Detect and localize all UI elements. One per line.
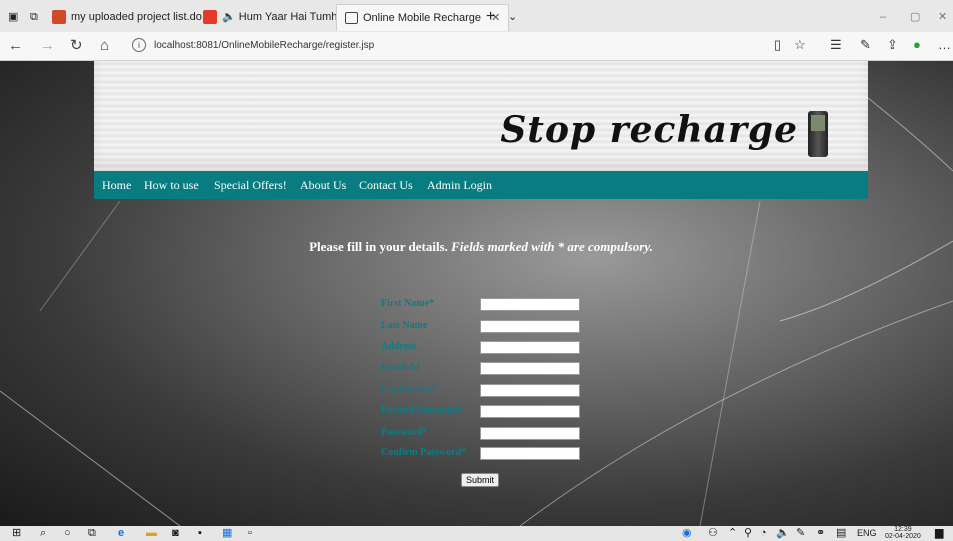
label-address: Address <box>381 341 416 352</box>
address-text: localhost:8081/OnlineMobileRecharge/regi… <box>154 40 375 51</box>
instructions-italic: Fields marked with * are compulsory. <box>451 239 653 254</box>
keyboard-icon[interactable]: ▤ <box>836 527 846 540</box>
browser-tab-bar: ▣ ⧉ my uploaded project list.do 🔈 Hum Ya… <box>0 0 953 32</box>
edge-browser-icon[interactable]: e <box>118 527 124 540</box>
chevron-up-icon[interactable]: ⌃ <box>728 527 737 540</box>
forward-arrow-icon[interactable]: → <box>40 37 55 55</box>
last-name-input[interactable] <box>480 320 580 333</box>
submit-button[interactable]: Submit <box>461 473 499 487</box>
search-icon[interactable]: ⌕ <box>40 527 46 540</box>
menu-item-special-offers[interactable]: Special Offers! <box>214 178 287 193</box>
windows-start-icon[interactable]: ⊞ <box>12 527 21 540</box>
youtube-icon <box>203 10 217 25</box>
speaker-icon: 🔈 <box>222 11 236 23</box>
favorites-list-icon[interactable]: ☰ <box>830 37 842 53</box>
people-icon[interactable]: ◉ <box>682 527 692 540</box>
tab-hum-yaar[interactable]: 🔈 Hum Yaar Hai Tumhare <box>203 4 353 30</box>
cortana-icon[interactable]: ○ <box>64 527 71 540</box>
clock-date: 02-04-2020 <box>885 533 921 540</box>
menu-item-admin-login[interactable]: Admin Login <box>427 178 492 193</box>
tab-actions-icon[interactable]: ▣ <box>8 4 18 30</box>
email-id-input[interactable] <box>480 362 580 375</box>
label-desired-username: Desired Username* <box>381 405 465 416</box>
chevron-down-icon[interactable]: ⌄ <box>508 4 517 30</box>
home-icon[interactable]: ⌂ <box>100 37 109 55</box>
tab-project-list[interactable]: my uploaded project list.do <box>52 4 202 30</box>
app-icon[interactable]: ▪ <box>198 527 202 540</box>
task-view-icon[interactable]: ⧉ <box>88 527 96 540</box>
site-menu: Home How to use Special Offers! About Us… <box>94 171 868 199</box>
user-icon[interactable]: ⚇ <box>708 527 718 540</box>
form-instructions: Please fill in your details. Fields mark… <box>94 239 868 255</box>
address-input[interactable] <box>480 341 580 354</box>
back-tabs-icon[interactable]: ⧉ <box>30 4 38 30</box>
close-window-icon[interactable]: ✕ <box>938 4 947 30</box>
minimize-icon[interactable]: – <box>880 4 886 30</box>
info-icon[interactable]: i <box>132 38 146 52</box>
share-icon[interactable]: ⇪ <box>887 37 898 53</box>
clock-time: 12:39 <box>894 526 912 533</box>
site-logo: Stop recharge <box>500 109 798 151</box>
label-contact-no: Contact No.* <box>381 384 438 395</box>
new-tab-icon[interactable]: + <box>486 4 495 30</box>
menu-item-contact-us[interactable]: Contact Us <box>359 178 413 193</box>
language-indicator[interactable]: ENG <box>857 527 877 540</box>
label-email-id: Email-Id <box>381 362 420 373</box>
confirm-password-input[interactable] <box>480 447 580 460</box>
maximize-icon[interactable]: ▢ <box>910 4 920 30</box>
phone-icon <box>808 111 828 157</box>
back-arrow-icon[interactable]: ← <box>8 37 23 55</box>
tab-label: Online Mobile Recharge <box>363 12 482 24</box>
pen-tray-icon[interactable]: ✎ <box>796 527 805 540</box>
menu-item-about-us[interactable]: About Us <box>300 178 346 193</box>
site-banner: Stop recharge <box>94 61 868 171</box>
word-doc-icon <box>52 10 66 25</box>
page-viewport: Stop recharge Home How to use Special Of… <box>0 61 953 526</box>
password-input[interactable] <box>480 427 580 440</box>
windows-taskbar: ⊞ ⌕ ○ ⧉ e ▬ ◙ ▪ ▦ ▫ ◉ ⚇ ⌃ ⚲ ◔ 🔈 ✎ ⚭ ▤ EN… <box>0 526 953 541</box>
pen-icon[interactable]: ✎ <box>860 37 871 53</box>
menu-item-home[interactable]: Home <box>102 178 131 193</box>
volume-icon[interactable]: 🔈 <box>776 527 790 540</box>
refresh-icon[interactable]: ↻ <box>70 37 83 55</box>
label-first-name: First Name* <box>381 298 435 309</box>
tab-label: my uploaded project list.do <box>71 11 202 23</box>
label-password: Password* <box>381 427 428 438</box>
desired-username-input[interactable] <box>480 405 580 418</box>
address-bar[interactable]: i localhost:8081/OnlineMobileRecharge/reg… <box>132 36 772 56</box>
browser-nav-bar: ← → ↻ ⌂ i localhost:8081/OnlineMobileRech… <box>0 32 953 61</box>
label-last-name: Last Name <box>381 320 428 331</box>
wifi-icon[interactable]: ◔ <box>760 527 767 540</box>
notifications-icon[interactable]: ▆ <box>935 527 943 540</box>
instructions-bold: Please fill in your details. <box>309 239 448 254</box>
more-menu-icon[interactable]: … <box>938 37 951 52</box>
page-icon <box>345 12 358 25</box>
reading-view-icon[interactable]: ▯ <box>774 37 781 53</box>
network-icon[interactable]: ⚲ <box>744 527 752 540</box>
link-icon[interactable]: ⚭ <box>816 527 825 540</box>
word-app-icon[interactable]: ▦ <box>222 527 232 540</box>
favorite-star-icon[interactable]: ☆ <box>794 37 806 53</box>
camera-app-icon[interactable]: ◙ <box>172 527 179 540</box>
grammarly-icon[interactable]: ● <box>913 37 921 52</box>
first-name-input[interactable] <box>480 298 580 311</box>
label-confirm-password: Confirm Password* <box>381 447 467 458</box>
menu-item-how-to-use[interactable]: How to use <box>144 178 199 193</box>
clock[interactable]: 12:39 02-04-2020 <box>885 526 921 540</box>
tab-online-mobile-recharge[interactable]: Online Mobile Recharge ✕ <box>336 4 510 31</box>
site-container: Stop recharge Home How to use Special Of… <box>94 61 868 526</box>
contact-no-input[interactable] <box>480 384 580 397</box>
file-explorer-icon[interactable]: ▬ <box>146 527 157 540</box>
pinned-app-icon[interactable]: ▫ <box>248 527 252 540</box>
